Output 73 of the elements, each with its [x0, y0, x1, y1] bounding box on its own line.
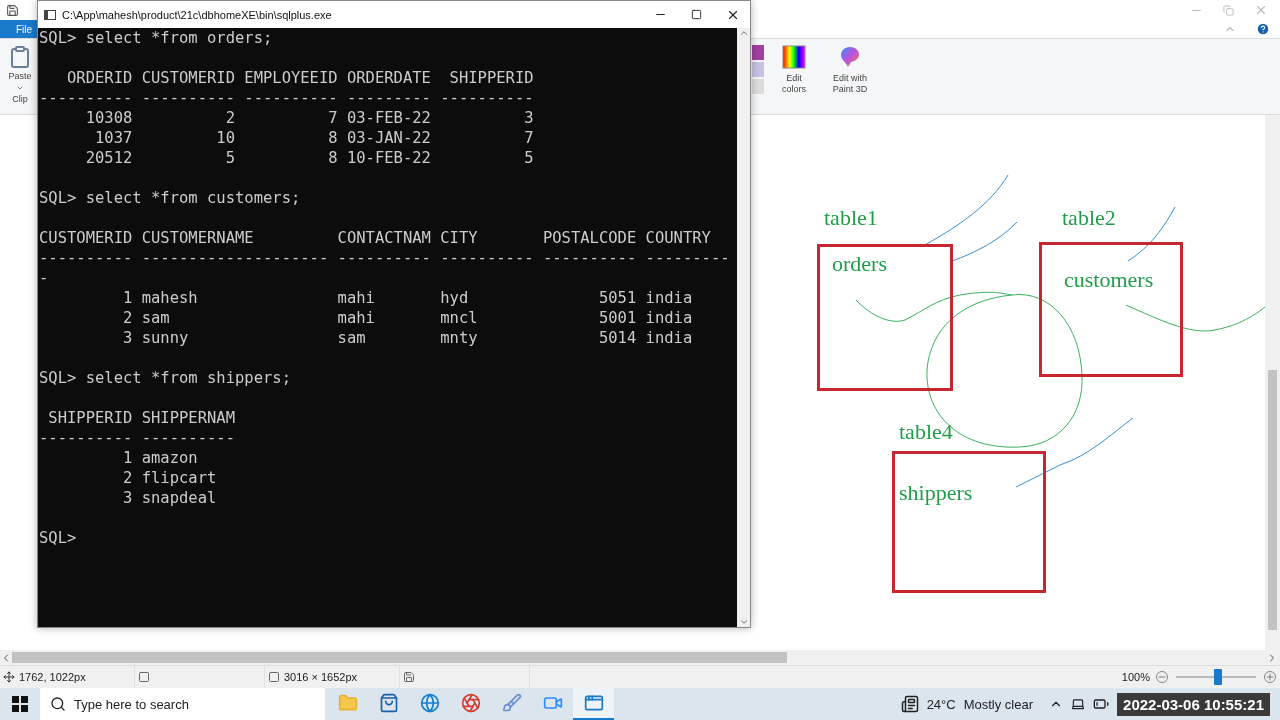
table-name: customers: [1064, 267, 1154, 293]
cursor-position: 1762, 1022px: [19, 671, 86, 683]
news-icon[interactable]: [900, 695, 919, 713]
color-swatch[interactable]: [752, 62, 764, 77]
canvas-size-icon: [268, 671, 280, 683]
vertical-scrollbar[interactable]: [1265, 115, 1280, 650]
window-title: C:\App\mahesh\product\21c\dbhomeXE\bin\sqlplus.exe: [62, 8, 332, 21]
selection-icon: [138, 671, 150, 683]
console-line: 1 amazon: [122, 448, 199, 468]
temperature: 24°C: [926, 696, 956, 712]
canvas-size: 3016 × 1652px: [284, 671, 358, 683]
color-spectrum-icon[interactable]: [782, 45, 806, 69]
edit-with-paint3d-button[interactable]: Edit with Paint 3D: [824, 73, 876, 95]
console-line: SQL> select *from shippers;: [39, 368, 292, 388]
taskbar-app[interactable]: [573, 688, 614, 720]
file-size-icon: [403, 671, 415, 683]
window-icon[interactable]: [583, 693, 604, 713]
file-tab[interactable]: File: [0, 20, 40, 38]
search-field[interactable]: Type here to search: [40, 688, 325, 720]
aperture-icon[interactable]: [460, 693, 481, 713]
zoom-slider-thumb[interactable]: [1214, 669, 1222, 685]
caret-icon[interactable]: [16, 84, 24, 92]
color-swatch[interactable]: [752, 79, 764, 94]
pen-stroke: [1127, 206, 1176, 262]
group-label: Clip: [12, 94, 28, 105]
help-icon[interactable]: [1256, 22, 1270, 36]
console-line: 20512 5 8 10-FEB-22 5: [84, 148, 535, 168]
zoom-in-icon[interactable]: [1264, 671, 1276, 683]
table-name: shippers: [899, 480, 973, 506]
zoom-level: 100%: [1121, 671, 1150, 683]
move-icon: [3, 671, 15, 683]
paste-button[interactable]: Paste: [8, 71, 32, 82]
brush-icon[interactable]: [501, 693, 522, 713]
horizontal-scrollbar[interactable]: [0, 650, 1280, 665]
table-label: table4: [899, 419, 953, 445]
timestamp: 2022-03-06 10:55:21: [1117, 692, 1270, 716]
console-line: ---------- ---------- ---------- --------- ----------: [39, 88, 535, 108]
console-line: ---------- ----------: [39, 428, 236, 448]
windows-logo-icon: [12, 696, 28, 712]
console-line: SQL> select *from customers;: [39, 188, 302, 208]
scroll-up-icon[interactable]: [738, 28, 749, 38]
console-line: -: [39, 268, 50, 288]
paint-drop-icon[interactable]: [838, 45, 862, 69]
weather-condition: Mostly clear: [963, 696, 1034, 712]
console-scrollbar[interactable]: [737, 28, 750, 627]
console-line: ---------- -------------------- ---------- ---------- ---------- ---------: [39, 248, 731, 268]
clipboard-icon[interactable]: [8, 45, 32, 69]
console-line: 1 mahesh mahi hyd 5051 india: [122, 288, 694, 308]
save-icon[interactable]: [6, 3, 19, 17]
console-line: 10308 2 7 03-FEB-22 3: [84, 108, 535, 128]
console-line: 2 flipcart: [122, 468, 218, 488]
console-icon: [44, 9, 56, 20]
laptop-icon[interactable]: [1071, 697, 1086, 711]
battery-icon[interactable]: [1093, 696, 1110, 712]
table-label: table2: [1062, 205, 1116, 231]
edit-colors-button[interactable]: Edit colors: [774, 73, 814, 95]
console-line: CUSTOMERID CUSTOMERNAME CONTACTNAM CITY POSTALCODE COUNTRY: [39, 228, 712, 248]
console-line: 1037 10 8 03-JAN-22 7: [94, 128, 535, 148]
color-swatch[interactable]: [752, 45, 764, 60]
console-line: 2 sam mahi mncl 5001 india: [122, 308, 694, 328]
search-icon: [50, 696, 66, 712]
console-line: 3 sunny sam mnty 5014 india: [122, 328, 694, 348]
bag-icon[interactable]: [378, 693, 399, 713]
scroll-down-icon[interactable]: [738, 617, 749, 627]
console-line: 3 snapdeal: [122, 488, 218, 508]
maximize-icon[interactable]: [691, 9, 702, 20]
console-line: SHIPPERID SHIPPERNAM: [47, 408, 236, 428]
console-line: SQL>: [39, 528, 78, 548]
globe-icon[interactable]: [419, 693, 440, 713]
console-line: ORDERID CUSTOMERID EMPLOYEEID ORDERDATE SHIPPERID: [66, 68, 535, 88]
table-label: table1: [824, 205, 878, 231]
table-name: orders: [832, 251, 887, 277]
console-line: SQL> select *from orders;: [39, 28, 274, 48]
